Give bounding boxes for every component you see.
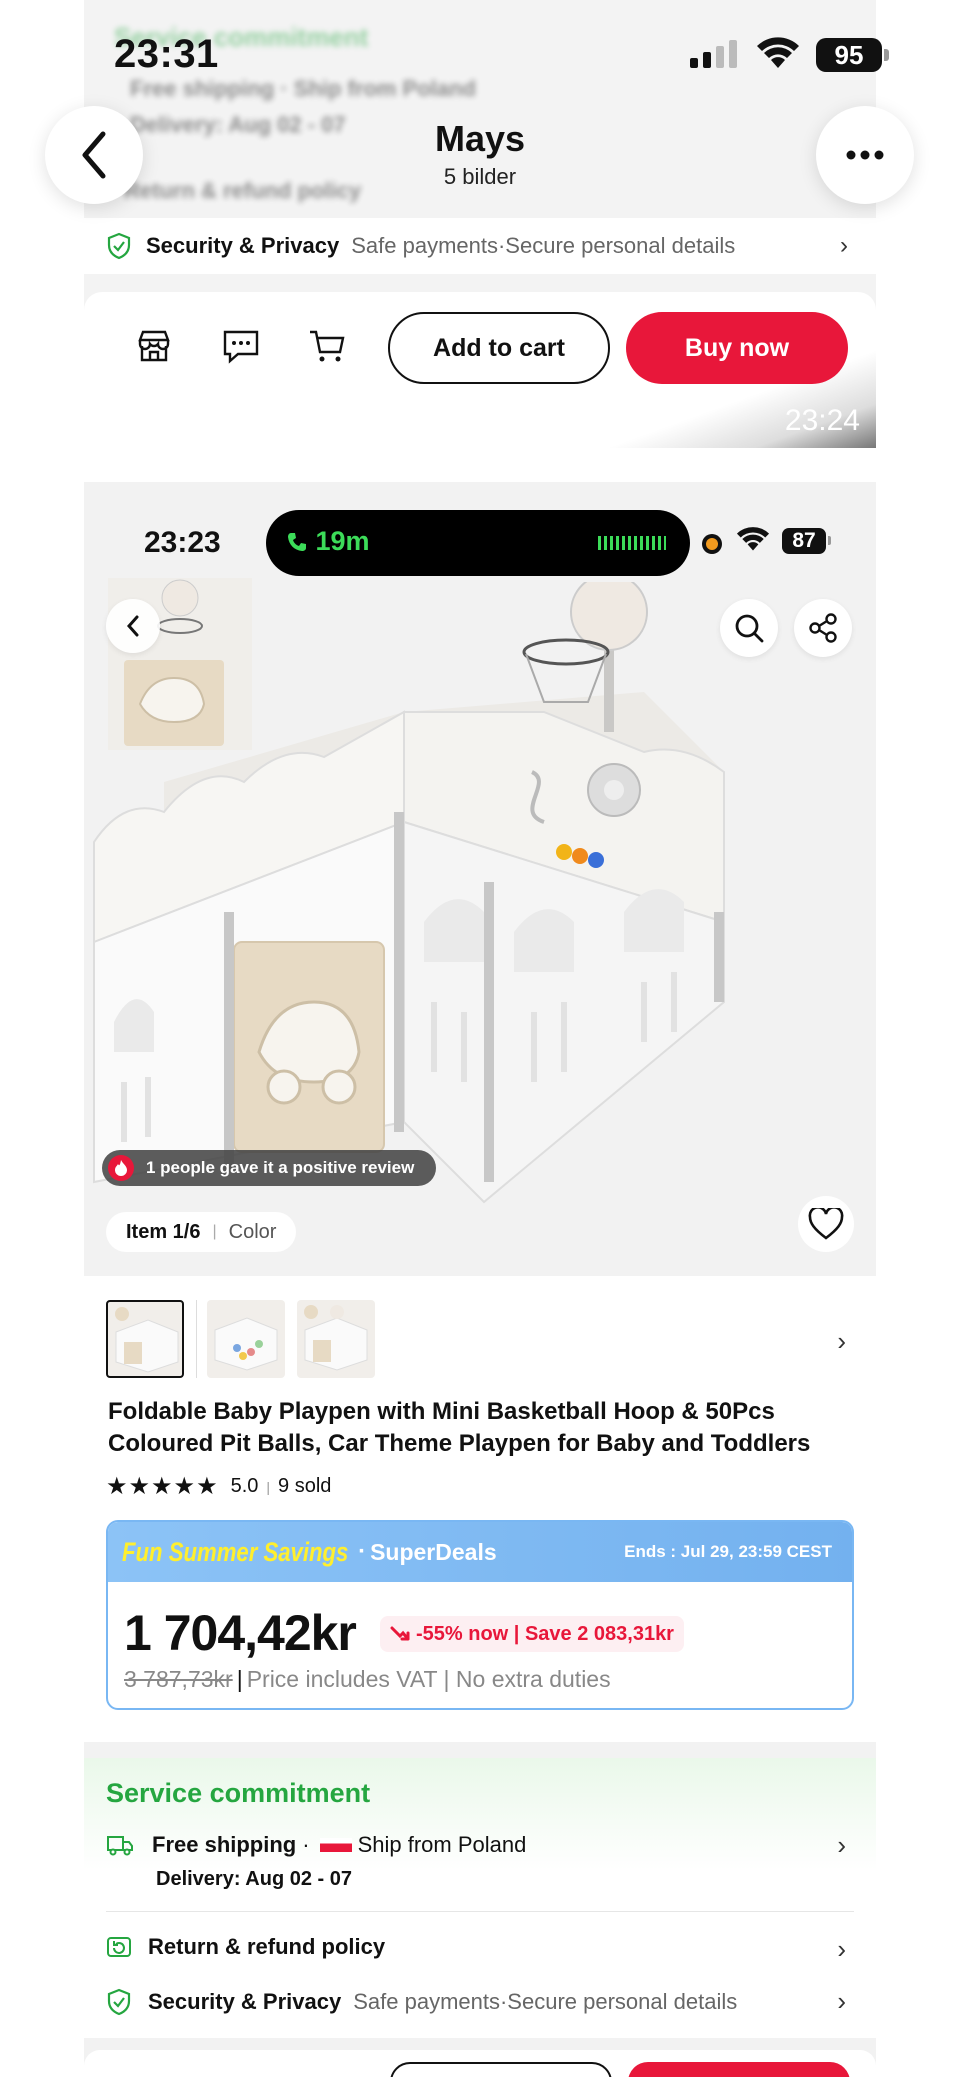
search-icon	[735, 614, 764, 643]
heart-icon	[808, 1208, 844, 1240]
security-label: Security & Privacy	[148, 1989, 342, 2014]
chevron-right-icon[interactable]: ›	[837, 1986, 846, 2017]
superdeals-box[interactable]: Fun Summer Savings · SuperDeals Ends : J…	[106, 1520, 854, 1710]
original-price-row: 3 787,73kr | Price includes VAT | No extra…	[124, 1666, 611, 1692]
free-shipping-row[interactable]: Free shipping · Ship from Poland	[106, 1832, 526, 1858]
deal-end-time: Ends : Jul 29, 23:59 CEST	[624, 1542, 832, 1561]
inner-status-time: 23:23	[144, 526, 221, 559]
shield-check-icon	[107, 1988, 131, 2016]
add-to-cart-button[interactable]	[390, 2062, 612, 2077]
mic-indicator-icon	[702, 534, 722, 554]
star-rating-icon: ★★★★★	[106, 1473, 219, 1500]
variant-thumbnails	[106, 1300, 387, 1378]
share-button[interactable]	[794, 599, 852, 657]
flame-icon	[108, 1155, 134, 1181]
wishlist-button[interactable]	[798, 1196, 854, 1252]
vat-note: Price includes VAT | No extra duties	[246, 1666, 611, 1692]
shield-check-icon	[107, 232, 131, 260]
call-duration-text: 19m	[315, 526, 370, 556]
call-duration: 19m	[286, 526, 370, 557]
status-time: 23:31	[114, 32, 219, 76]
variant-thumbnail[interactable]	[207, 1300, 285, 1378]
wifi-icon	[736, 527, 770, 551]
item-variant-label: Color	[228, 1220, 277, 1243]
return-icon	[107, 1937, 131, 1957]
search-button[interactable]	[720, 599, 778, 657]
discount-text: -55% now | Save 2 083,31kr	[416, 1622, 674, 1645]
delivery-window: Delivery: Aug 02 - 07	[156, 1868, 353, 1890]
screenshot-main: 23:23 19m 87 1 people gave it a positive…	[84, 482, 876, 2077]
sold-count: 9 sold	[278, 1475, 332, 1497]
service-title: Service commitment	[106, 1778, 371, 1808]
chevron-left-icon	[126, 615, 139, 637]
share-icon	[809, 613, 837, 643]
gallery-back-button[interactable]	[106, 599, 160, 653]
purchase-action-bar: Add to cart Buy now 23:24	[84, 292, 876, 448]
security-privacy-row-top[interactable]: Security & Privacy Safe payments·Secure …	[84, 218, 876, 274]
chevron-right-icon[interactable]: ›	[837, 1326, 846, 1357]
variant-thumbnail[interactable]	[297, 1300, 375, 1378]
return-policy-row[interactable]: Return & refund policy	[106, 1934, 385, 1960]
ship-from: Ship from Poland	[357, 1832, 527, 1857]
item-counter-pill: Item 1/6 | Color	[106, 1212, 297, 1252]
item-counter: Item 1/6	[126, 1220, 201, 1243]
cart-icon[interactable]	[308, 328, 346, 364]
chevron-right-icon: ›	[840, 232, 848, 259]
dynamic-island-call: 19m	[266, 510, 690, 576]
wifi-icon	[757, 37, 799, 68]
deal-header: Fun Summer Savings · SuperDeals Ends : J…	[108, 1522, 852, 1582]
rating-value: 5.0	[230, 1475, 259, 1497]
variant-thumbnail[interactable]	[106, 1300, 184, 1378]
discount-badge: -55% now | Save 2 083,31kr	[380, 1616, 684, 1652]
audio-waveform-icon	[598, 536, 666, 550]
security-label: Security & Privacy	[146, 233, 340, 258]
truck-icon	[107, 1836, 133, 1856]
chat-icon[interactable]	[222, 328, 260, 364]
cellular-signal-icon	[690, 40, 737, 68]
review-badge-text: 1 people gave it a positive review	[146, 1158, 415, 1177]
album-count: 5 bilder	[443, 164, 517, 189]
deal-brand: SuperDeals	[370, 1538, 497, 1565]
security-privacy-row[interactable]: Security & Privacy Safe payments·Secure …	[106, 1988, 737, 2016]
phone-icon	[288, 533, 306, 551]
ellipsis-icon	[846, 150, 884, 160]
battery-indicator: 95	[816, 38, 889, 72]
current-price: 1 704,42kr	[124, 1605, 357, 1661]
chevron-right-icon[interactable]: ›	[837, 1830, 846, 1861]
store-icon[interactable]	[136, 328, 172, 364]
security-desc: Safe payments·Secure personal details	[351, 233, 736, 258]
return-policy-label: Return & refund policy	[148, 1934, 386, 1959]
original-price: 3 787,73kr	[124, 1666, 233, 1692]
rating-row[interactable]: ★★★★★ 5.0 | 9 sold	[106, 1472, 331, 1501]
status-bar: 23:31 95	[0, 0, 960, 110]
free-shipping-label: Free shipping	[152, 1832, 297, 1857]
positive-review-badge: 1 people gave it a positive review	[102, 1150, 437, 1186]
chevron-right-icon[interactable]: ›	[837, 1934, 846, 1965]
more-options-button[interactable]	[816, 106, 914, 204]
campaign-name: Fun Summer Savings	[122, 1536, 349, 1567]
purchase-action-bar-peek	[84, 2050, 876, 2077]
service-commitment-section: Service commitment Free shipping · Ship …	[84, 1758, 876, 2038]
thumbnail-divider	[196, 1300, 197, 1378]
trend-down-icon	[390, 1626, 410, 1641]
screenshot-timestamp: 23:24	[784, 404, 860, 437]
product-info-card: › Foldable Baby Playpen with Mini Basket…	[84, 1276, 876, 1742]
add-to-cart-button[interactable]: Add to cart	[388, 312, 610, 384]
battery-indicator: 87	[782, 528, 831, 554]
poland-flag-icon	[319, 1838, 352, 1852]
security-desc: Safe payments·Secure personal details	[353, 1989, 738, 2014]
buy-now-button[interactable]: Buy now	[626, 312, 848, 384]
product-title: Foldable Baby Playpen with Mini Basketba…	[108, 1398, 811, 1457]
buy-now-button[interactable]	[628, 2062, 850, 2077]
